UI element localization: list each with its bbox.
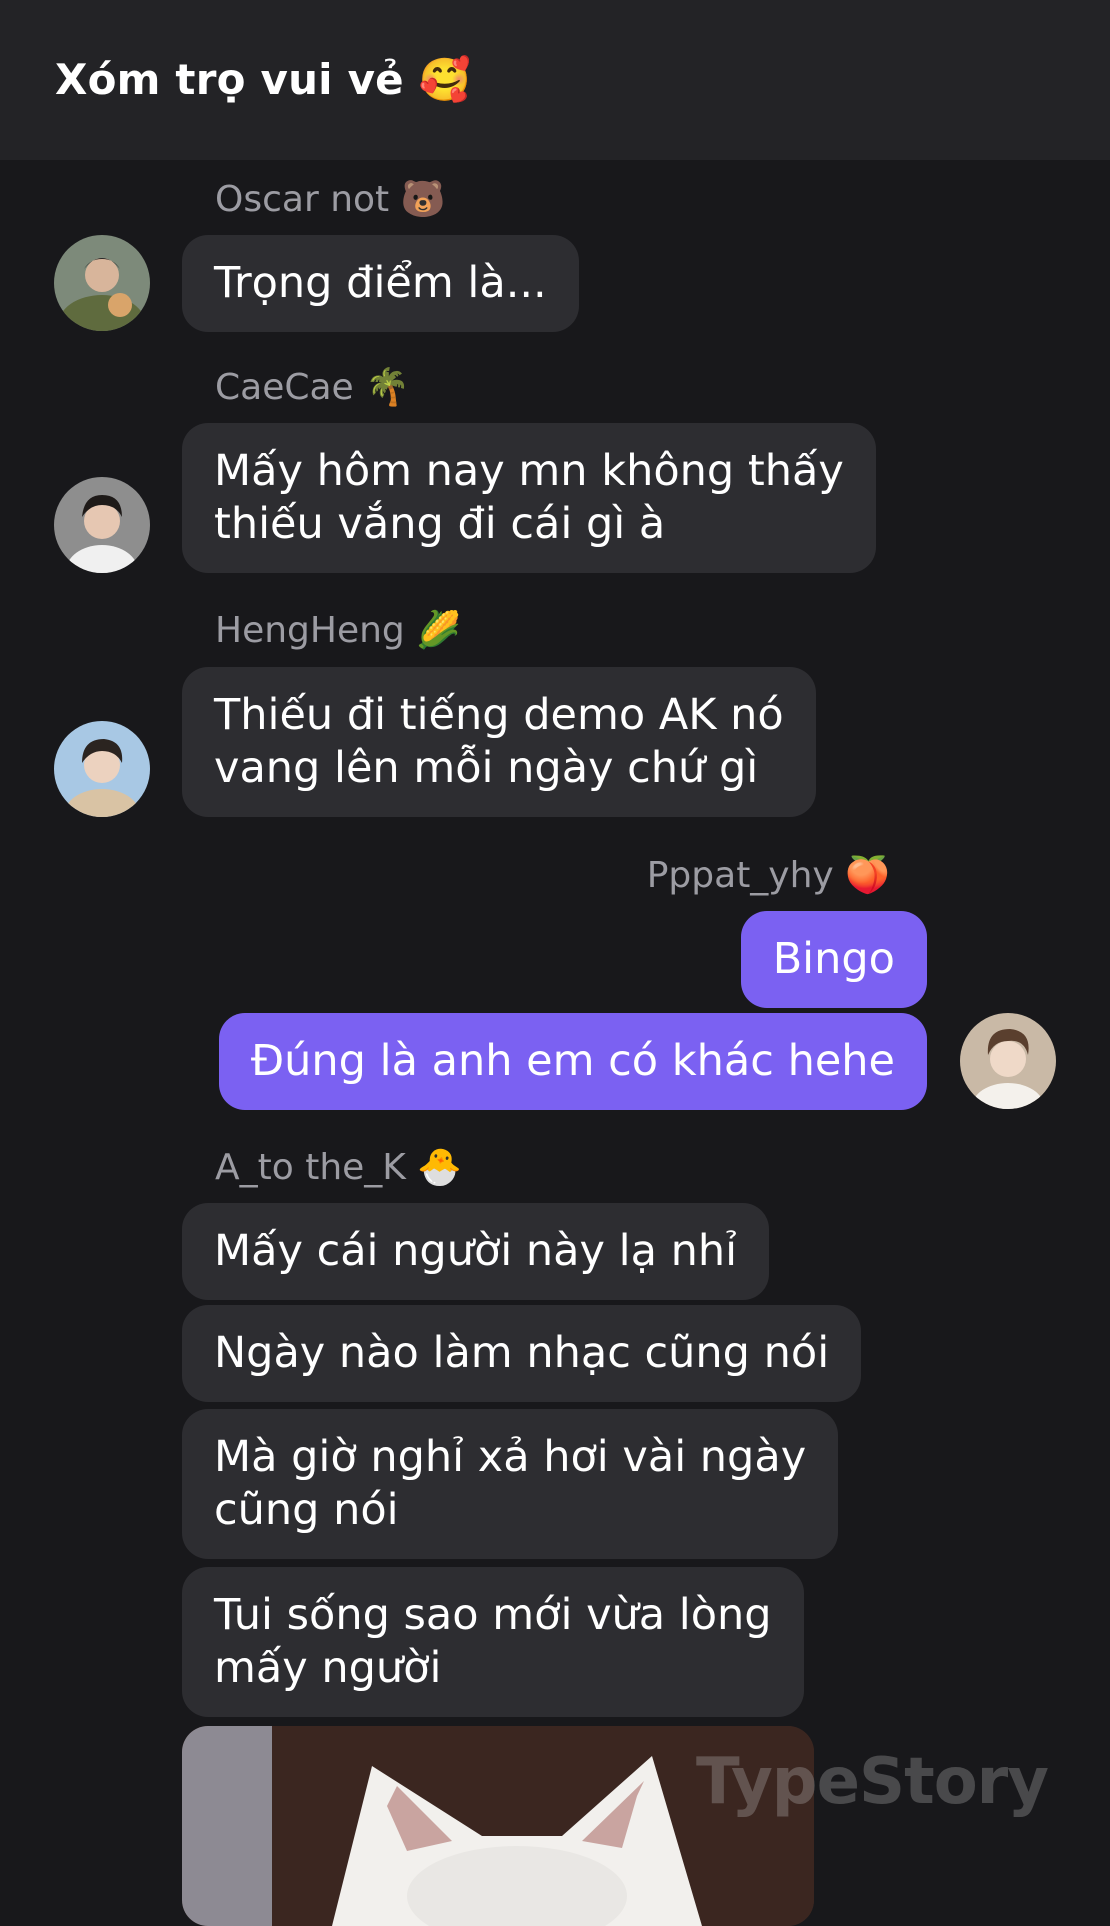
message-line: mấy người xyxy=(214,1643,442,1693)
message-line: Bingo xyxy=(772,934,895,984)
message-line: vang lên mỗi ngày chứ gì xyxy=(214,743,759,793)
avatar-icon[interactable] xyxy=(960,1013,1056,1109)
message-bubble[interactable]: Ngày nào làm nhạc cũng nói xyxy=(182,1305,862,1402)
message-bubble[interactable]: Mà giờ nghỉ xả hơi vài ngày cũng nói xyxy=(182,1409,839,1559)
sender-name: A_to the_K 🐣 xyxy=(215,1147,463,1188)
message-line: Đúng là anh em có khác hehe xyxy=(250,1036,895,1086)
message-line: Thiếu đi tiếng demo AK nó xyxy=(214,690,784,740)
message-bubble-self[interactable]: Đúng là anh em có khác hehe xyxy=(218,1013,927,1110)
message-bubble[interactable]: Mấy cái người này lạ nhỉ xyxy=(182,1203,770,1300)
message-line: Tui sống sao mới vừa lòng xyxy=(214,1590,772,1640)
message-bubble-self[interactable]: Bingo xyxy=(740,911,927,1008)
message-line: Mấy cái người này lạ nhỉ xyxy=(214,1226,738,1276)
sender-name: CaeCae 🌴 xyxy=(215,367,410,408)
message-bubble[interactable]: Tui sống sao mới vừa lòng mấy người xyxy=(182,1567,804,1717)
avatar-icon[interactable] xyxy=(54,721,150,817)
message-line: Ngày nào làm nhạc cũng nói xyxy=(214,1328,830,1378)
group-title[interactable]: Xóm trọ vui vẻ 🥰 xyxy=(55,55,471,105)
message-line: Mà giờ nghỉ xả hơi vài ngày xyxy=(214,1432,807,1482)
watermark: TypeStory xyxy=(696,1745,1049,1819)
sender-name: HengHeng 🌽 xyxy=(215,610,462,651)
message-bubble[interactable]: Mấy hôm nay mn không thấy thiếu vắng đi … xyxy=(182,423,876,573)
message-bubble[interactable]: Thiếu đi tiếng demo AK nó vang lên mỗi n… xyxy=(182,667,816,817)
message-line: Trọng điểm là... xyxy=(214,258,547,308)
message-bubble[interactable]: Trọng điểm là... xyxy=(182,235,579,332)
message-line: Mấy hôm nay mn không thấy xyxy=(214,446,844,496)
avatar-icon[interactable] xyxy=(54,235,150,331)
avatar-icon[interactable] xyxy=(54,477,150,573)
sender-name-self: Pppat_yhy 🍑 xyxy=(646,855,890,896)
chat-header: Xóm trọ vui vẻ 🥰 xyxy=(0,0,1110,160)
message-line: cũng nói xyxy=(214,1485,399,1535)
sender-name: Oscar not 🐻 xyxy=(215,179,446,220)
message-line: thiếu vắng đi cái gì à xyxy=(214,499,666,549)
